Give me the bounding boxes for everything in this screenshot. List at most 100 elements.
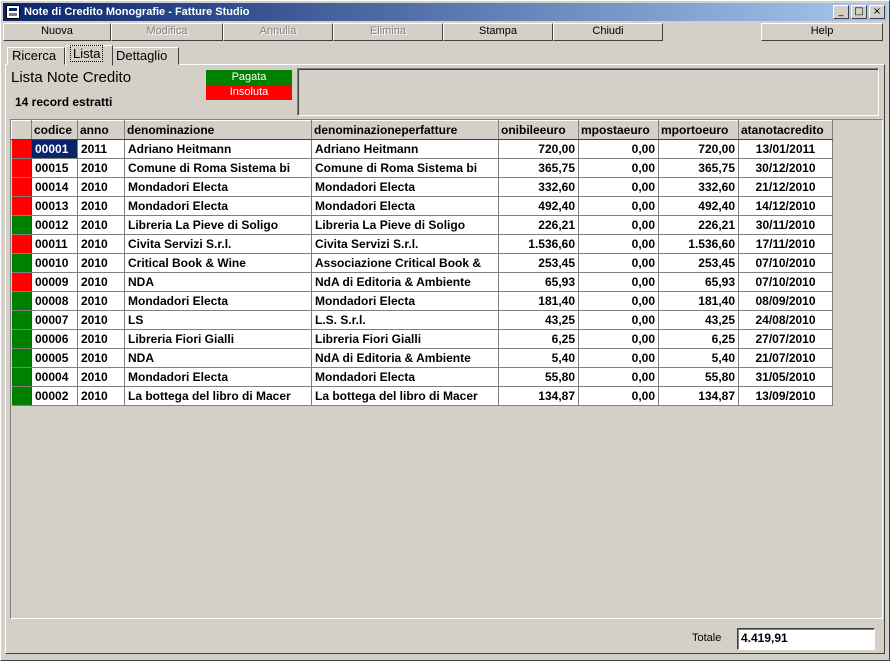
table-row[interactable]: 00012 2010 Libreria La Pieve di Soligo Libr…	[11, 215, 833, 235]
tab-lista[interactable]: Lista	[65, 45, 113, 66]
cell-codice[interactable]: 00013	[31, 196, 78, 216]
row-status-indicator[interactable]	[11, 177, 32, 197]
cell-imposta[interactable]: 0,00	[578, 329, 659, 349]
cell-denominazioneperfatture[interactable]: Mondadori Electa	[311, 291, 499, 311]
cell-codice[interactable]: 00005	[31, 348, 78, 368]
cell-imposta[interactable]: 0,00	[578, 386, 659, 406]
cell-importo[interactable]: 55,80	[658, 367, 739, 387]
cell-imposta[interactable]: 0,00	[578, 215, 659, 235]
cell-anno[interactable]: 2010	[77, 367, 125, 387]
row-status-indicator[interactable]	[11, 234, 32, 254]
cell-anno[interactable]: 2010	[77, 272, 125, 292]
cell-data[interactable]: 07/10/2010	[738, 253, 833, 273]
header-imposta[interactable]: mpostaeuro	[578, 120, 659, 140]
table-row[interactable]: 00004 2010 Mondadori Electa Mondadori Elect…	[11, 367, 833, 387]
row-status-indicator[interactable]	[11, 215, 32, 235]
cell-data[interactable]: 21/12/2010	[738, 177, 833, 197]
cell-importo[interactable]: 6,25	[658, 329, 739, 349]
cell-importo[interactable]: 1.536,60	[658, 234, 739, 254]
cell-data[interactable]: 14/12/2010	[738, 196, 833, 216]
cell-imposta[interactable]: 0,00	[578, 234, 659, 254]
cell-denominazione[interactable]: Mondadori Electa	[124, 177, 312, 197]
cell-data[interactable]: 31/05/2010	[738, 367, 833, 387]
cell-imposta[interactable]: 0,00	[578, 139, 659, 159]
cell-imposta[interactable]: 0,00	[578, 196, 659, 216]
print-button[interactable]: Stampa	[443, 23, 553, 41]
header-codice[interactable]: codice	[31, 120, 78, 140]
cell-anno[interactable]: 2010	[77, 234, 125, 254]
row-status-indicator[interactable]	[11, 196, 32, 216]
title-bar[interactable]: Note di Credito Monografie - Fatture Stu…	[3, 3, 887, 21]
cell-data[interactable]: 27/07/2010	[738, 329, 833, 349]
cell-denominazioneperfatture[interactable]: Adriano Heitmann	[311, 139, 499, 159]
cell-imposta[interactable]: 0,00	[578, 291, 659, 311]
cell-importo[interactable]: 365,75	[658, 158, 739, 178]
cell-data[interactable]: 17/11/2010	[738, 234, 833, 254]
cell-imponibile[interactable]: 332,60	[498, 177, 579, 197]
cell-denominazioneperfatture[interactable]: La bottega del libro di Macer	[311, 386, 499, 406]
cell-codice[interactable]: 00012	[31, 215, 78, 235]
cell-denominazioneperfatture[interactable]: Mondadori Electa	[311, 177, 499, 197]
cell-denominazione[interactable]: Comune di Roma Sistema bi	[124, 158, 312, 178]
cell-importo[interactable]: 720,00	[658, 139, 739, 159]
row-status-indicator[interactable]	[11, 348, 32, 368]
cell-importo[interactable]: 5,40	[658, 348, 739, 368]
cell-anno[interactable]: 2010	[77, 196, 125, 216]
cell-codice[interactable]: 00015	[31, 158, 78, 178]
cell-denominazione[interactable]: Libreria Fiori Gialli	[124, 329, 312, 349]
total-field[interactable]: 4.419,91	[737, 628, 875, 650]
cell-importo[interactable]: 65,93	[658, 272, 739, 292]
cell-denominazione[interactable]: Libreria La Pieve di Soligo	[124, 215, 312, 235]
cell-denominazione[interactable]: Mondadori Electa	[124, 291, 312, 311]
cell-imposta[interactable]: 0,00	[578, 367, 659, 387]
cell-imposta[interactable]: 0,00	[578, 158, 659, 178]
cell-data[interactable]: 21/07/2010	[738, 348, 833, 368]
row-status-indicator[interactable]	[11, 158, 32, 178]
cell-codice[interactable]: 00008	[31, 291, 78, 311]
table-row[interactable]: 00007 2010 LS L.S. S.r.l. 43,25 0,00 43,25 24/0…	[11, 310, 833, 330]
cell-codice[interactable]: 00004	[31, 367, 78, 387]
cell-codice[interactable]: 00010	[31, 253, 78, 273]
cell-imponibile[interactable]: 181,40	[498, 291, 579, 311]
cell-denominazioneperfatture[interactable]: Mondadori Electa	[311, 367, 499, 387]
close-button[interactable]: Chiudi	[553, 23, 663, 41]
row-status-indicator[interactable]	[11, 139, 32, 159]
cell-anno[interactable]: 2010	[77, 177, 125, 197]
maximize-icon[interactable]: □	[851, 5, 867, 19]
cell-anno[interactable]: 2010	[77, 158, 125, 178]
cell-imponibile[interactable]: 365,75	[498, 158, 579, 178]
cell-data[interactable]: 13/01/2011	[738, 139, 833, 159]
cell-imponibile[interactable]: 65,93	[498, 272, 579, 292]
cell-codice[interactable]: 00007	[31, 310, 78, 330]
cell-anno[interactable]: 2010	[77, 253, 125, 273]
cell-imposta[interactable]: 0,00	[578, 310, 659, 330]
cell-anno[interactable]: 2011	[77, 139, 125, 159]
cell-imponibile[interactable]: 253,45	[498, 253, 579, 273]
cell-denominazione[interactable]: Adriano Heitmann	[124, 139, 312, 159]
cell-codice[interactable]: 00006	[31, 329, 78, 349]
cell-anno[interactable]: 2010	[77, 348, 125, 368]
cell-codice[interactable]: 00011	[31, 234, 78, 254]
tab-ricerca[interactable]: Ricerca	[7, 47, 65, 65]
modify-button[interactable]: Modifica	[111, 23, 223, 41]
cell-importo[interactable]: 134,87	[658, 386, 739, 406]
cell-anno[interactable]: 2010	[77, 291, 125, 311]
cell-denominazione[interactable]: NDA	[124, 272, 312, 292]
cell-importo[interactable]: 181,40	[658, 291, 739, 311]
cell-imponibile[interactable]: 55,80	[498, 367, 579, 387]
row-status-indicator[interactable]	[11, 272, 32, 292]
cell-denominazione[interactable]: Mondadori Electa	[124, 367, 312, 387]
table-row[interactable]: 00015 2010 Comune di Roma Sistema bi Comune…	[11, 158, 833, 178]
table-row[interactable]: 00010 2010 Critical Book & Wine Associazion…	[11, 253, 833, 273]
cell-importo[interactable]: 332,60	[658, 177, 739, 197]
table-row[interactable]: 00002 2010 La bottega del libro di Macer La…	[11, 386, 833, 406]
table-row[interactable]: 00001 2011 Adriano Heitmann Adriano Heitman…	[11, 139, 833, 159]
row-status-indicator[interactable]	[11, 367, 32, 387]
cell-denominazioneperfatture[interactable]: Libreria La Pieve di Soligo	[311, 215, 499, 235]
tab-dettaglio[interactable]: Dettaglio	[111, 47, 179, 65]
cell-denominazioneperfatture[interactable]: Comune di Roma Sistema bi	[311, 158, 499, 178]
minimize-icon[interactable]: _	[833, 5, 849, 19]
cell-denominazione[interactable]: LS	[124, 310, 312, 330]
cell-denominazione[interactable]: Critical Book & Wine	[124, 253, 312, 273]
cell-denominazioneperfatture[interactable]: Mondadori Electa	[311, 196, 499, 216]
